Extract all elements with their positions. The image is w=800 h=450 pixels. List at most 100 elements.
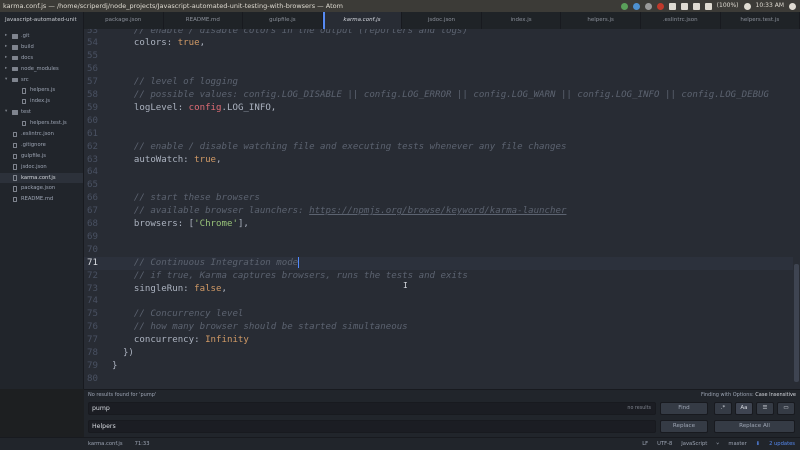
keyboard-icon[interactable]	[668, 2, 676, 10]
line-number[interactable]: 67	[84, 205, 98, 218]
tree-file[interactable]: jsdoc.json	[0, 162, 83, 173]
line-number[interactable]: 54	[84, 37, 98, 50]
case-sensitive-toggle-button[interactable]: Aa	[735, 402, 753, 415]
line-number[interactable]: 78	[84, 347, 98, 360]
code-line[interactable]: 57 // level of logging	[84, 76, 793, 89]
line-number[interactable]: 63	[84, 154, 98, 167]
tab-package-json[interactable]: package.json	[84, 12, 164, 29]
line-number[interactable]: 80	[84, 373, 98, 386]
chat-icon[interactable]	[644, 2, 652, 10]
code-line[interactable]: 56	[84, 63, 793, 76]
status-line-ending[interactable]: LF	[642, 438, 648, 450]
volume-icon[interactable]	[743, 2, 751, 10]
line-number[interactable]: 56	[84, 63, 98, 76]
tree-folder[interactable]: ▸ docs	[0, 53, 83, 64]
wifi-icon[interactable]	[692, 2, 700, 10]
code-line[interactable]: 76 // how many browser should be started…	[84, 321, 793, 334]
line-number[interactable]: 62	[84, 141, 98, 154]
tree-file[interactable]: .gitignore	[0, 140, 83, 151]
code-line[interactable]: 74	[84, 295, 793, 308]
line-number[interactable]: 72	[84, 270, 98, 283]
tab-eslintrc-json[interactable]: .eslintrc.json	[640, 12, 721, 29]
replace-button[interactable]: Replace	[660, 420, 708, 433]
code-line[interactable]: 66 // start these browsers	[84, 192, 793, 205]
chevron-right-icon[interactable]: ▸	[5, 42, 7, 53]
find-button[interactable]: Find	[660, 402, 708, 415]
bluetooth-icon[interactable]	[680, 2, 688, 10]
chevron-right-icon[interactable]: ▸	[5, 53, 7, 64]
tree-file[interactable]: README.md	[0, 194, 83, 205]
in-selection-toggle-button[interactable]: ☰	[756, 402, 774, 415]
code-line[interactable]: 79}	[84, 360, 793, 373]
whole-word-toggle-button[interactable]: ▭	[777, 402, 795, 415]
tree-folder[interactable]: ▸ .git	[0, 31, 83, 42]
chevron-right-icon[interactable]: ▸	[5, 64, 7, 75]
status-git-branch[interactable]: master	[728, 438, 746, 450]
tree-folder[interactable]: ▸ node_modules	[0, 64, 83, 75]
code-line[interactable]: 62 // enable / disable watching file and…	[84, 141, 793, 154]
tab-readme-md[interactable]: README.md	[163, 12, 244, 29]
code-line[interactable]: 60	[84, 115, 793, 128]
status-encoding[interactable]: UTF-8	[657, 438, 672, 450]
chevron-down-icon[interactable]: ▾	[5, 107, 7, 118]
tree-folder[interactable]: ▸ build	[0, 42, 83, 53]
code-line[interactable]: 75 // Concurrency level	[84, 308, 793, 321]
line-number[interactable]: 64	[84, 166, 98, 179]
tree-file[interactable]: package.json	[0, 183, 83, 194]
code-line[interactable]: 64	[84, 166, 793, 179]
code-line[interactable]: 68 browsers: ['Chrome'],	[84, 218, 793, 231]
status-grammar[interactable]: JavaScript	[681, 438, 707, 450]
line-number[interactable]: 61	[84, 128, 98, 141]
code-line[interactable]: 53 // enable / disable colors in the out…	[84, 29, 793, 37]
replace-input[interactable]: Helpers	[88, 420, 656, 433]
tab-karma-conf-js[interactable]: karma.conf.js	[322, 12, 403, 29]
code-line[interactable]: 70	[84, 244, 793, 257]
tab-helpers-js[interactable]: helpers.js	[561, 12, 641, 29]
line-number[interactable]: 53	[84, 29, 98, 37]
find-input[interactable]: pump no results	[88, 402, 656, 415]
line-number[interactable]: 57	[84, 76, 98, 89]
code-line[interactable]: 55	[84, 50, 793, 63]
status-updates[interactable]: 2 updates	[769, 438, 795, 450]
code-line[interactable]: 72 // if true, Karma captures browsers, …	[84, 270, 793, 283]
clock[interactable]: 10:33 AM	[756, 0, 784, 12]
line-number[interactable]: 55	[84, 50, 98, 63]
tree-file[interactable]: karma.conf.js	[0, 172, 83, 184]
tree-file[interactable]: helpers.test.js	[0, 118, 83, 129]
code-line[interactable]: 73 singleRun: false,	[84, 283, 793, 296]
code-line[interactable]: 54 colors: true,	[84, 37, 793, 50]
line-number[interactable]: 58	[84, 89, 98, 102]
tree-file[interactable]: helpers.js	[0, 85, 83, 96]
update-icon[interactable]	[620, 2, 628, 10]
code-line[interactable]: 71 // Continuous Integration mode	[84, 256, 793, 270]
code-line[interactable]: 78 })	[84, 347, 793, 360]
line-number[interactable]: 69	[84, 231, 98, 244]
code-line[interactable]: 80	[84, 373, 793, 386]
code-line[interactable]: 61	[84, 128, 793, 141]
tree-file[interactable]: index.js	[0, 96, 83, 107]
line-number[interactable]: 60	[84, 115, 98, 128]
line-number[interactable]: 76	[84, 321, 98, 334]
dropbox-icon[interactable]	[632, 2, 640, 10]
editor-scrollbar[interactable]	[793, 29, 800, 389]
line-number[interactable]: 79	[84, 360, 98, 373]
code-line[interactable]: 58 // possible values: config.LOG_DISABL…	[84, 89, 793, 102]
line-number[interactable]: 66	[84, 192, 98, 205]
code-editor[interactable]: 80 79} 78 }) 77 concurrency: Infinity 76 // …	[84, 29, 800, 389]
code-line[interactable]: 59 logLevel: config.LOG_INFO,	[84, 102, 793, 115]
line-number[interactable]: 71	[84, 257, 98, 270]
code-line[interactable]: 63 autoWatch: true,	[84, 154, 793, 167]
settings-icon[interactable]	[789, 2, 796, 10]
line-number[interactable]: 65	[84, 179, 98, 192]
notification-icon[interactable]	[656, 2, 664, 10]
chevron-right-icon[interactable]: ▸	[5, 31, 7, 42]
battery-icon[interactable]	[704, 2, 712, 10]
code-link[interactable]: https://npmjs.org/browse/keyword/karma-l…	[309, 206, 566, 216]
status-cursor-position[interactable]: 71:33	[135, 438, 150, 450]
tree-file[interactable]: .eslintrc.json	[0, 129, 83, 140]
tab-jsdoc-json[interactable]: jsdoc.json	[402, 12, 482, 29]
code-line[interactable]: 77 concurrency: Infinity	[84, 334, 793, 347]
line-number[interactable]: 59	[84, 102, 98, 115]
code-line[interactable]: 69	[84, 231, 793, 244]
scrollbar-thumb[interactable]	[794, 264, 799, 382]
